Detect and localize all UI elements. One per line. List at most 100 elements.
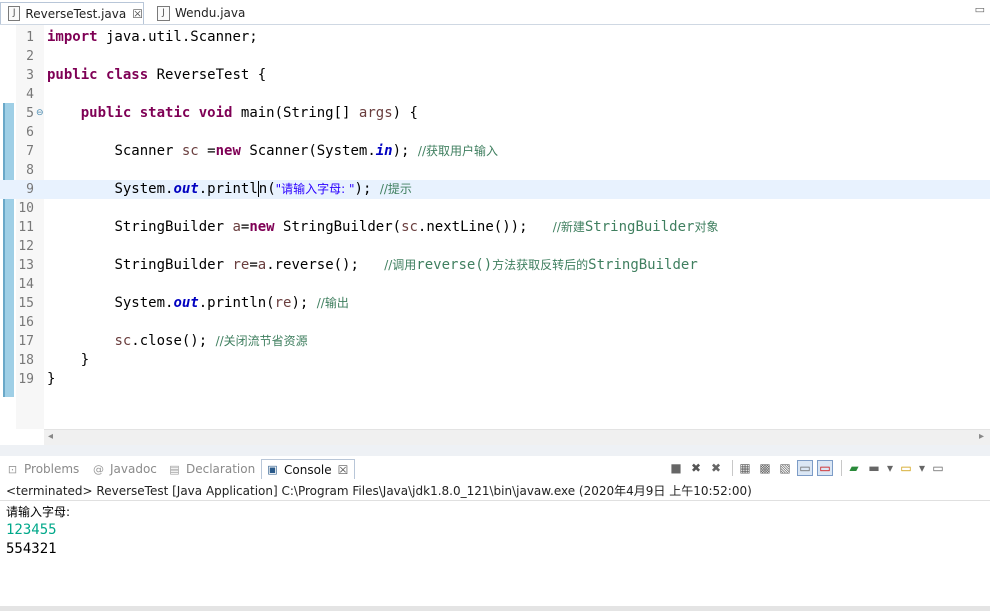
close-icon[interactable]: ☒ (338, 463, 349, 477)
line-number: 4 (26, 87, 34, 102)
string-literal: "请输入字母: " (275, 182, 355, 196)
local-variable: a (257, 257, 267, 273)
line-number: 5 (26, 106, 34, 121)
comment: //关闭流节省资源 (215, 334, 308, 348)
local-variable: sc (114, 333, 132, 349)
tab-console[interactable]: ▣ Console ☒ (261, 459, 356, 479)
code-line[interactable]: 15 System.out.println(re); //输出 (0, 294, 990, 313)
code-line[interactable]: 6 (0, 123, 990, 142)
at-icon: @ (93, 462, 104, 476)
line-number: 12 (18, 239, 34, 254)
comment: //调用reverse()方法获取反转后的StringBuilder (384, 257, 698, 273)
code-line[interactable]: 8 (0, 161, 990, 180)
scroll-right-icon[interactable]: ▸ (979, 431, 984, 442)
clear-console-icon[interactable]: ▦ (737, 460, 753, 476)
keyword: void (198, 105, 233, 121)
tab-label: Console (284, 462, 332, 477)
parameter: args (358, 105, 393, 121)
static-field: out (173, 181, 199, 197)
scroll-left-icon[interactable]: ◂ (48, 431, 53, 442)
code-line[interactable]: 18 } (0, 351, 990, 370)
fold-icon[interactable]: ⊖ (36, 104, 44, 123)
comment: //提示 (379, 182, 412, 196)
keyword: static (139, 105, 191, 121)
line-number: 19 (18, 372, 34, 387)
tab-wendu-java[interactable]: J Wendu.java (150, 2, 245, 24)
open-console-icon[interactable]: ▭ (898, 460, 914, 476)
code-line[interactable]: 3 public class ReverseTest { (0, 66, 990, 85)
editor-tab-bar: J ReverseTest.java ☒ J Wendu.java ▭ (0, 0, 990, 25)
code-line[interactable]: 13 StringBuilder re=a.reverse(); //调用rev… (0, 256, 990, 275)
current-code-line[interactable]: 9 System.out.println("请输入字母: "); //提示 (0, 180, 990, 199)
show-on-error-icon[interactable]: ▭ (817, 460, 833, 476)
code-text: .nextLine()); (417, 219, 553, 235)
toolbar-separator (732, 460, 733, 476)
code-text: = (249, 257, 258, 273)
console-toolbar: ■ ✖ ✖ ▦ ▩ ▧ ▭ ▭ ▰ ▬ ▾ ▭ ▾ ▭ (668, 459, 950, 477)
dropdown-chevron-icon[interactable]: ▾ (886, 460, 894, 476)
keyword: public (80, 105, 132, 121)
tab-label: Wendu.java (175, 6, 246, 20)
code-editor[interactable]: 1 import java.util.Scanner; 2 3 public c… (0, 25, 990, 446)
tab-label: ReverseTest.java (25, 6, 127, 21)
java-file-icon: J (8, 6, 21, 21)
comment: //输出 (316, 296, 349, 310)
code-text: StringBuilder( (274, 219, 402, 235)
tab-javadoc[interactable]: @ Javadoc (92, 459, 157, 479)
declaration-icon: ▤ (169, 462, 180, 476)
code-text: ReverseTest { (148, 67, 267, 83)
console-icon: ▣ (267, 463, 278, 476)
code-line[interactable]: 7 Scanner sc =new Scanner(System.in); //… (0, 142, 990, 161)
code-line[interactable]: 14 (0, 275, 990, 294)
code-line[interactable]: 1 import java.util.Scanner; (0, 28, 990, 47)
line-number: 7 (26, 144, 34, 159)
terminate-icon[interactable]: ■ (668, 460, 684, 476)
console-launch-info: <terminated> ReverseTest [Java Applicati… (6, 484, 752, 498)
minimize-icon[interactable]: ▭ (975, 3, 985, 16)
toolbar-separator (841, 460, 842, 476)
display-console-icon[interactable]: ▬ (866, 460, 882, 476)
code-text: } (47, 371, 56, 387)
comment-text: reverse() (416, 257, 493, 273)
remove-all-terminated-icon[interactable]: ✖ (708, 460, 724, 476)
comment-text: //调用 (384, 258, 417, 272)
dropdown-chevron-icon[interactable]: ▾ (918, 460, 926, 476)
tab-problems[interactable]: ⊡ Problems (6, 459, 79, 479)
static-field: out (173, 295, 199, 311)
code-text: .close(); (131, 333, 216, 349)
comment: //新建StringBuilder对象 (553, 219, 719, 235)
code-text: = (198, 143, 216, 159)
code-line[interactable]: 10 (0, 199, 990, 218)
close-icon[interactable]: ☒ (132, 7, 143, 21)
code-line[interactable]: 11 StringBuilder a=new StringBuilder(sc.… (0, 218, 990, 237)
line-number: 16 (18, 315, 34, 330)
code-text: System. (114, 295, 174, 311)
scroll-lock-icon[interactable]: ▩ (757, 460, 773, 476)
code-line[interactable]: 5 ⊖ public static void main(String[] arg… (0, 104, 990, 123)
line-number: 15 (18, 296, 34, 311)
code-text: } (80, 352, 90, 368)
tab-declaration[interactable]: ▤ Declaration (168, 459, 255, 479)
code-line[interactable]: 2 (0, 47, 990, 66)
problems-icon: ⊡ (7, 462, 18, 476)
code-line[interactable]: 17 sc.close(); //关闭流节省资源 (0, 332, 990, 351)
comment-text: 对象 (694, 220, 719, 234)
comment-text: 方法获取反转后的 (492, 258, 589, 272)
pin-console-icon[interactable]: ▰ (846, 460, 862, 476)
tab-reversetest-java[interactable]: J ReverseTest.java ☒ (0, 2, 144, 24)
code-text: ); (354, 181, 380, 197)
line-number: 14 (18, 277, 34, 292)
code-line[interactable]: 12 (0, 237, 990, 256)
horizontal-scrollbar[interactable]: ◂ ▸ (44, 429, 990, 446)
code-line[interactable]: 16 (0, 313, 990, 332)
console-output[interactable]: 请输入字母: 123455 554321 (0, 500, 990, 612)
remove-launch-icon[interactable]: ✖ (688, 460, 704, 476)
keyword: public (47, 67, 98, 83)
code-line[interactable]: 4 (0, 85, 990, 104)
line-number: 6 (26, 125, 34, 140)
minimize-icon[interactable]: ▭ (930, 460, 946, 476)
code-line[interactable]: 19 } (0, 370, 990, 389)
word-wrap-icon[interactable]: ▧ (777, 460, 793, 476)
show-on-output-icon[interactable]: ▭ (797, 460, 813, 476)
code-text: java.util.Scanner; (97, 29, 258, 45)
